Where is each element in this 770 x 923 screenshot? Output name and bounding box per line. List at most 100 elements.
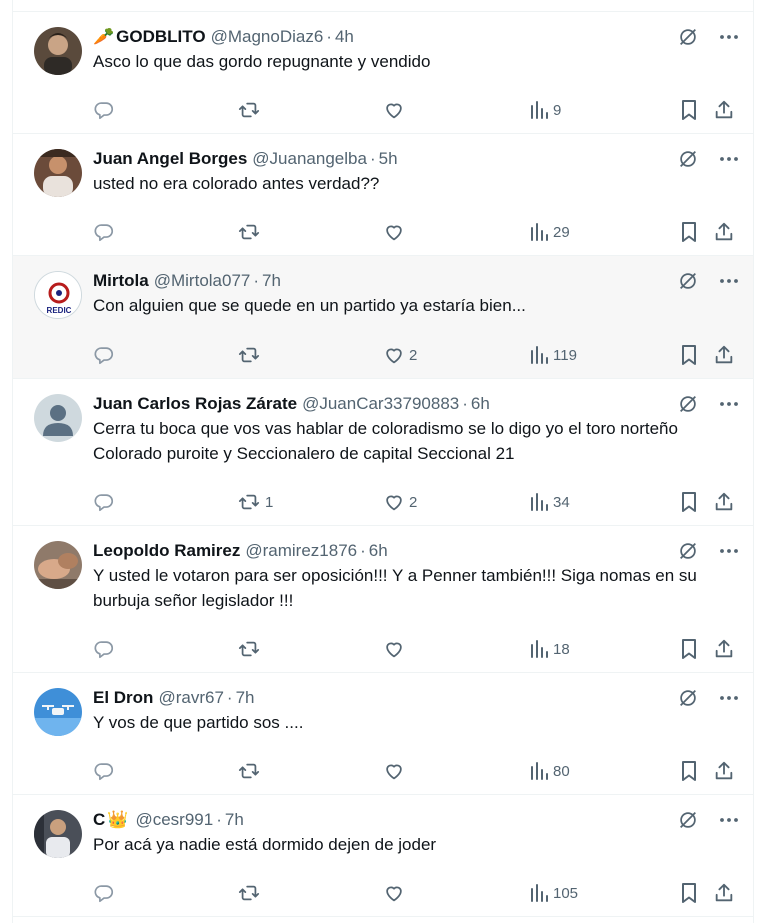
reply-button[interactable] [93, 636, 119, 662]
avatar[interactable] [34, 541, 82, 589]
more-options-icon[interactable] [719, 688, 739, 713]
bookmark-icon [679, 99, 699, 121]
more-options-icon[interactable] [719, 149, 739, 174]
user-handle[interactable]: @MagnoDiaz6 [211, 27, 324, 47]
like-button[interactable] [383, 219, 409, 245]
avatar[interactable] [34, 688, 82, 736]
tweet-text: Cerra tu boca que vos vas hablar de colo… [93, 419, 678, 463]
avatar[interactable] [34, 394, 82, 442]
retweet-button[interactable] [237, 880, 265, 906]
grok-icon[interactable] [677, 687, 699, 714]
more-options-icon[interactable] [719, 27, 739, 52]
share-button[interactable] [713, 758, 735, 784]
user-handle[interactable]: @Juanangelba [252, 149, 367, 169]
like-button[interactable] [383, 758, 409, 784]
retweet-icon [237, 344, 261, 366]
avatar[interactable] [34, 27, 82, 75]
views-button[interactable]: 119 [529, 342, 577, 368]
display-name[interactable]: Juan Angel Borges [93, 149, 247, 169]
grok-icon[interactable] [677, 393, 699, 420]
reply-button[interactable] [93, 219, 119, 245]
reply-tweet[interactable]: El Dron @ravr67 · 7h Y vos de que partid… [13, 673, 753, 795]
grok-icon[interactable] [677, 26, 699, 53]
reply-tweet[interactable]: C 👑 @cesr991 · 7h Por acá ya nadie está … [13, 795, 753, 917]
reply-button[interactable] [93, 489, 119, 515]
bookmark-button[interactable] [679, 219, 699, 245]
bookmark-button[interactable] [679, 489, 699, 515]
retweet-button[interactable] [237, 636, 265, 662]
user-handle[interactable]: @cesr991 [135, 810, 213, 830]
avatar[interactable] [34, 149, 82, 197]
share-button[interactable] [713, 342, 735, 368]
reply-button[interactable] [93, 758, 119, 784]
reply-button[interactable] [93, 342, 119, 368]
views-chart-icon [529, 100, 549, 120]
views-button[interactable]: 9 [529, 97, 561, 123]
display-name[interactable]: GODBLITO [116, 27, 205, 47]
user-handle[interactable]: @Mirtola077 [154, 271, 251, 291]
bookmark-button[interactable] [679, 880, 699, 906]
reply-tweet[interactable]: Juan Angel Borges @Juanangelba · 5h uste… [13, 134, 753, 256]
display-name[interactable]: Mirtola [93, 271, 149, 291]
separator-dot: · [253, 271, 260, 290]
display-name[interactable]: Juan Carlos Rojas Zárate [93, 394, 297, 414]
timestamp[interactable]: 7h [236, 688, 255, 708]
like-button[interactable] [383, 636, 409, 662]
user-handle[interactable]: @ramirez1876 [245, 541, 357, 561]
user-handle[interactable]: @JuanCar33790883 [302, 394, 459, 414]
user-handle[interactable]: @ravr67 [158, 688, 223, 708]
display-name[interactable]: El Dron [93, 688, 153, 708]
like-button[interactable] [383, 880, 409, 906]
reply-icon [93, 221, 115, 243]
retweet-button[interactable]: 1 [237, 489, 273, 515]
timestamp[interactable]: 7h [225, 810, 244, 830]
share-button[interactable] [713, 880, 735, 906]
bookmark-button[interactable] [679, 342, 699, 368]
like-button[interactable]: 2 [383, 342, 417, 368]
bookmark-button[interactable] [679, 97, 699, 123]
views-button[interactable]: 18 [529, 636, 570, 662]
more-options-icon[interactable] [719, 810, 739, 835]
retweet-button[interactable] [237, 342, 265, 368]
share-button[interactable] [713, 489, 735, 515]
share-button[interactable] [713, 97, 735, 123]
display-name[interactable]: C [93, 810, 105, 830]
share-button[interactable] [713, 219, 735, 245]
views-button[interactable]: 34 [529, 489, 570, 515]
reply-tweet[interactable]: 🥕 GODBLITO @MagnoDiaz6 · 4h Asco lo que … [13, 12, 753, 134]
avatar[interactable] [34, 810, 82, 858]
views-button[interactable]: 29 [529, 219, 570, 245]
retweet-button[interactable] [237, 758, 265, 784]
display-name[interactable]: Leopoldo Ramirez [93, 541, 240, 561]
reply-button[interactable] [93, 880, 119, 906]
tweet-text: Con alguien que se quede en un partido y… [93, 296, 526, 315]
reply-tweet[interactable]: Juan Carlos Rojas Zárate @JuanCar3379088… [13, 379, 753, 526]
more-options-icon[interactable] [719, 541, 739, 566]
timestamp[interactable]: 7h [262, 271, 281, 291]
timestamp[interactable]: 6h [369, 541, 388, 561]
avatar[interactable]: REDIC [34, 271, 82, 319]
grok-icon[interactable] [677, 809, 699, 836]
bookmark-button[interactable] [679, 758, 699, 784]
like-button[interactable] [383, 97, 409, 123]
avatar-photo [34, 541, 82, 589]
views-button[interactable]: 80 [529, 758, 570, 784]
more-options-icon[interactable] [719, 394, 739, 419]
grok-icon[interactable] [677, 148, 699, 175]
like-button[interactable]: 2 [383, 489, 417, 515]
views-button[interactable]: 105 [529, 880, 578, 906]
timestamp[interactable]: 5h [379, 149, 398, 169]
timestamp[interactable]: 4h [335, 27, 354, 47]
retweet-button[interactable] [237, 97, 265, 123]
grok-icon[interactable] [677, 540, 699, 567]
timestamp[interactable]: 6h [471, 394, 490, 414]
reply-tweet[interactable]: Leopoldo Ramirez @ramirez1876 · 6h Y ust… [13, 526, 753, 673]
retweet-button[interactable] [237, 219, 265, 245]
views-count: 29 [553, 223, 570, 241]
reply-tweet[interactable]: REDIC Mirtola @Mirtola077 · 7h Con algui… [13, 256, 753, 379]
reply-button[interactable] [93, 97, 119, 123]
grok-icon[interactable] [677, 270, 699, 297]
share-button[interactable] [713, 636, 735, 662]
more-options-icon[interactable] [719, 271, 739, 296]
bookmark-button[interactable] [679, 636, 699, 662]
